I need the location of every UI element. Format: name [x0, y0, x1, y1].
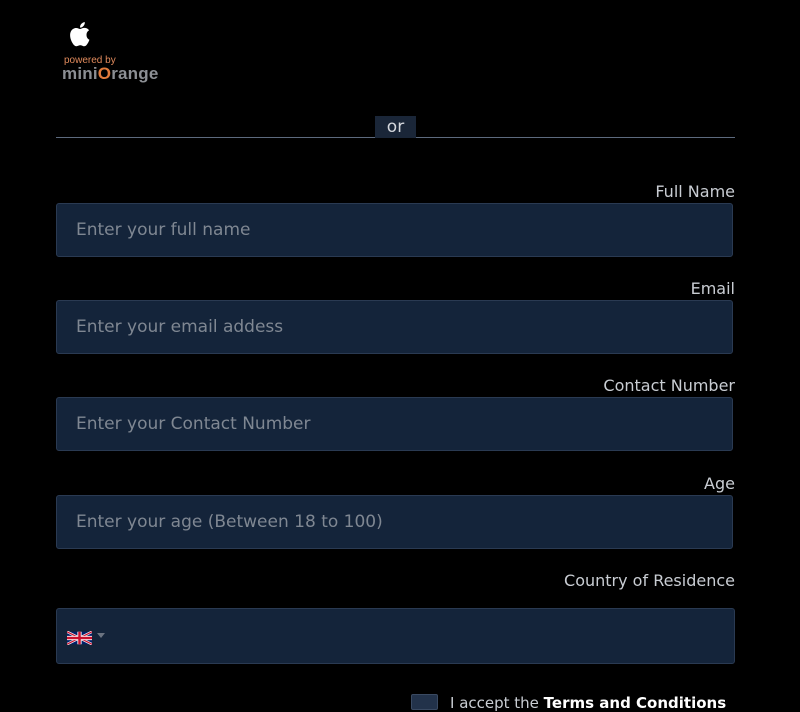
logo-part-o: O [97, 64, 112, 83]
age-label: Age [704, 474, 735, 493]
email-label: Email [690, 279, 735, 298]
full-name-label: Full Name [655, 182, 735, 201]
email-input[interactable] [56, 300, 733, 354]
miniorange-logo: miniOrange [62, 64, 158, 84]
contact-number-input[interactable] [56, 397, 733, 451]
terms-text: I accept the Terms and Conditions [450, 694, 726, 712]
chevron-down-icon[interactable] [97, 633, 105, 638]
or-separator: or [375, 116, 416, 138]
terms-checkbox[interactable] [411, 694, 438, 710]
contact-number-label: Contact Number [603, 376, 735, 395]
logo-part-range: range [111, 64, 159, 83]
country-label: Country of Residence [564, 571, 735, 590]
uk-flag-icon[interactable] [66, 630, 93, 646]
country-select[interactable] [56, 608, 735, 664]
age-input[interactable] [56, 495, 733, 549]
logo-part-mini: mini [62, 64, 98, 83]
full-name-input[interactable] [56, 203, 733, 257]
apple-icon[interactable] [70, 20, 94, 48]
terms-link[interactable]: Terms and Conditions [544, 694, 726, 712]
terms-prefix: I accept the [450, 694, 544, 712]
